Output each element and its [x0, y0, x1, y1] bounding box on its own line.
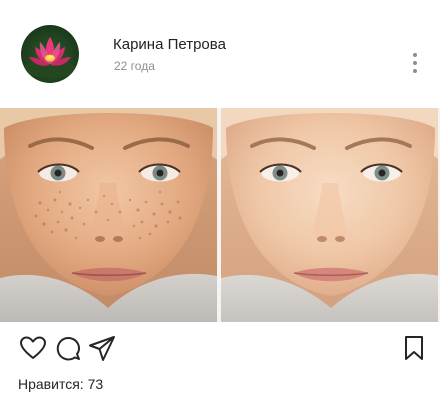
more-vertical-icon-dot — [413, 61, 417, 65]
heart-icon — [20, 336, 46, 359]
like-button[interactable] — [18, 333, 48, 363]
post-header: Карина Петрова 22 года — [0, 0, 440, 104]
more-vertical-icon — [413, 53, 417, 57]
author-subtitle: 22 года — [114, 59, 155, 73]
more-vertical-icon-dot — [413, 69, 417, 73]
send-icon — [89, 336, 115, 361]
likes-count[interactable]: Нравится: 73 — [18, 376, 103, 392]
bookmark-icon — [405, 336, 423, 360]
after-photo — [221, 108, 438, 322]
lotus-flower-icon — [24, 37, 76, 78]
likes-label: Нравится: — [18, 376, 84, 392]
post-image[interactable] — [0, 108, 440, 322]
share-button[interactable] — [87, 333, 117, 363]
save-button[interactable] — [399, 333, 429, 363]
likes-number: 73 — [87, 376, 104, 392]
comment-icon — [56, 337, 80, 361]
author-name[interactable]: Карина Петрова — [113, 36, 226, 53]
avatar[interactable] — [21, 25, 79, 83]
post-actions — [0, 322, 440, 374]
more-options-button[interactable] — [404, 48, 426, 78]
comment-button[interactable] — [53, 333, 83, 363]
before-photo — [0, 108, 217, 322]
